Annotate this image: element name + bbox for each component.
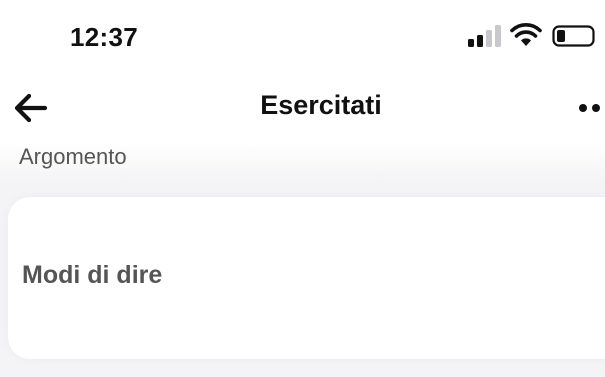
wifi-icon bbox=[510, 23, 542, 46]
topic-card[interactable]: Modi di dire bbox=[8, 197, 605, 359]
topic-card-label: Modi di dire bbox=[22, 261, 163, 289]
more-dots-icon[interactable] bbox=[575, 100, 605, 116]
battery-icon bbox=[552, 25, 595, 47]
status-time: 12:37 bbox=[70, 22, 138, 52]
page-title: Esercitati bbox=[260, 90, 382, 120]
cellular-signal-icon bbox=[468, 25, 501, 47]
section-label: Argomento bbox=[19, 144, 127, 169]
